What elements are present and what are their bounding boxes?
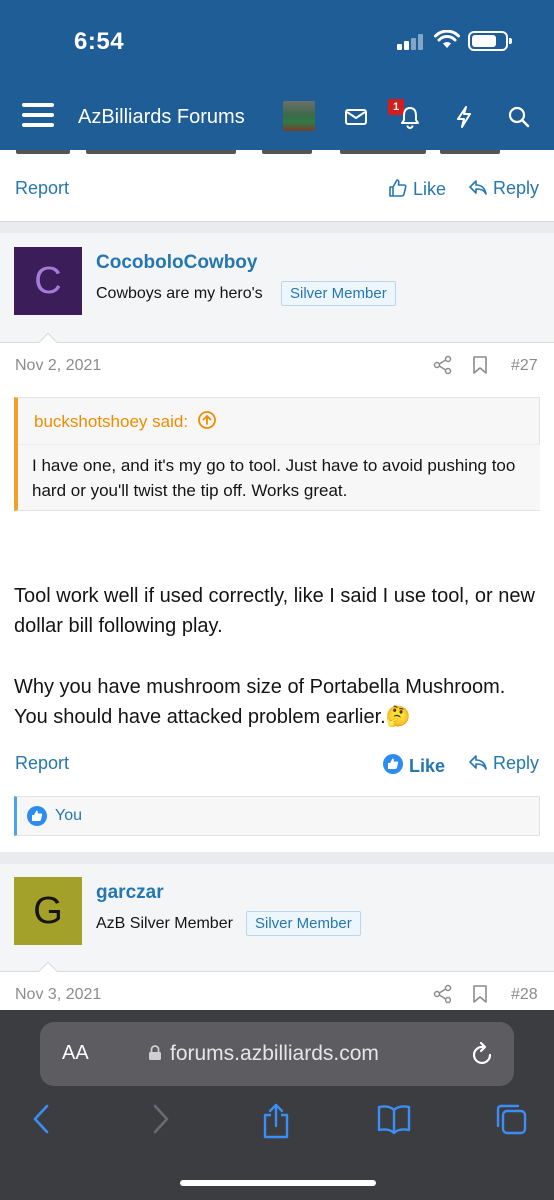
post-number[interactable]: #27	[511, 357, 538, 375]
battery-icon	[468, 31, 512, 51]
bookmark-icon[interactable]	[472, 984, 488, 1004]
user-title: Cowboys are my hero's	[96, 285, 263, 302]
tabs-icon[interactable]	[494, 1102, 528, 1136]
like-button-active[interactable]: Like	[382, 753, 445, 777]
user-band-notch	[36, 960, 60, 972]
search-icon[interactable]	[503, 101, 535, 133]
user-band-notch	[36, 331, 60, 343]
status-bar: 6:54	[0, 0, 554, 85]
username[interactable]: CocoboloCowboy	[96, 252, 257, 274]
home-indicator	[180, 1180, 376, 1186]
post-paragraph-text: Why you have mushroom size of Portabella…	[14, 676, 506, 728]
previous-post-footer: Report Like Reply	[0, 150, 554, 222]
reply-label: Reply	[493, 178, 540, 198]
url-text[interactable]: forums.azbilliards.com	[170, 1042, 379, 1066]
avatar[interactable]: G	[14, 877, 82, 945]
reply-label: Reply	[493, 753, 540, 773]
reply-button[interactable]: Reply	[468, 178, 539, 199]
browser-toolbar: AA forums.azbilliards.com	[0, 1010, 554, 1200]
thinking-face-emoji: 🤔	[385, 706, 411, 728]
mail-icon[interactable]	[340, 101, 372, 133]
thumbs-up-icon	[389, 179, 407, 197]
post-number[interactable]: #28	[511, 986, 538, 1004]
report-link[interactable]: Report	[15, 753, 69, 774]
address-bar[interactable]: AA forums.azbilliards.com	[40, 1022, 514, 1086]
quote-block: buckshotshoey said: I have one, and it's…	[14, 397, 540, 511]
jump-to-quote-icon[interactable]	[197, 410, 217, 430]
reload-icon[interactable]	[470, 1040, 496, 1068]
app-header: 6:54 AzBilliards Forums 1	[0, 0, 554, 152]
reactions-text[interactable]: You	[55, 807, 82, 825]
lock-icon	[149, 1045, 161, 1060]
avatar[interactable]: C	[14, 247, 82, 315]
bell-icon[interactable]	[394, 101, 426, 133]
quote-text: I have one, and it's my go to tool. Just…	[18, 444, 540, 510]
post-27-actions: Report Like Reply	[0, 751, 554, 781]
quote-author-label: buckshotshoey said:	[34, 412, 189, 431]
reply-button[interactable]: Reply	[468, 753, 539, 774]
reader-settings-button[interactable]: AA	[62, 1042, 89, 1065]
forum-nav-bar: AzBilliards Forums 1	[0, 95, 554, 141]
post-28-user-band: G garczar AzB Silver Member Silver Membe…	[0, 864, 554, 972]
quote-author[interactable]: buckshotshoey said:	[34, 410, 217, 432]
member-badge: Silver Member	[281, 281, 396, 306]
share-icon[interactable]	[433, 984, 453, 1004]
bookmarks-book-icon[interactable]	[376, 1102, 412, 1136]
reactions-bar[interactable]: You	[14, 796, 540, 836]
share-icon[interactable]	[433, 355, 453, 375]
bookmark-icon[interactable]	[472, 355, 488, 375]
reply-arrow-icon	[469, 180, 487, 195]
post-meta: Nov 2, 2021 #27	[0, 351, 554, 381]
username[interactable]: garczar	[96, 882, 164, 904]
member-badge: Silver Member	[246, 911, 361, 936]
forward-arrow-icon[interactable]	[148, 1102, 172, 1136]
previous-post-actions: Report Like Reply	[0, 176, 554, 206]
user-avatar-thumbnail[interactable]	[283, 101, 315, 131]
like-label: Like	[413, 179, 447, 199]
post-28: G garczar AzB Silver Member Silver Membe…	[0, 864, 554, 1010]
back-arrow-icon[interactable]	[30, 1102, 54, 1136]
post-date[interactable]: Nov 2, 2021	[15, 357, 101, 375]
post-meta: Nov 3, 2021 #28	[0, 980, 554, 1010]
post-paragraph: Why you have mushroom size of Portabella…	[14, 672, 544, 732]
report-link[interactable]: Report	[15, 178, 69, 199]
like-reaction-icon	[27, 806, 47, 826]
post-date[interactable]: Nov 3, 2021	[15, 986, 101, 1004]
aa-label: AA	[62, 1042, 89, 1064]
previous-post-text-clipped	[0, 150, 554, 158]
user-title: AzB Silver Member	[96, 915, 233, 932]
site-title[interactable]: AzBilliards Forums	[78, 106, 245, 129]
post-paragraph: Tool work well if used correctly, like I…	[14, 585, 535, 637]
menu-icon[interactable]	[22, 101, 54, 129]
lightning-icon[interactable]	[448, 101, 480, 133]
cellular-signal-icon	[397, 34, 425, 50]
wifi-icon	[434, 30, 460, 48]
like-button[interactable]: Like	[388, 178, 446, 200]
like-label: Like	[409, 756, 446, 776]
thumbs-up-filled-icon	[383, 754, 403, 774]
post-27-user-band: C CocoboloCowboy Cowboys are my hero's S…	[0, 233, 554, 343]
status-time: 6:54	[74, 28, 125, 55]
share-sheet-icon[interactable]	[260, 1102, 292, 1140]
reply-arrow-icon	[469, 755, 487, 770]
